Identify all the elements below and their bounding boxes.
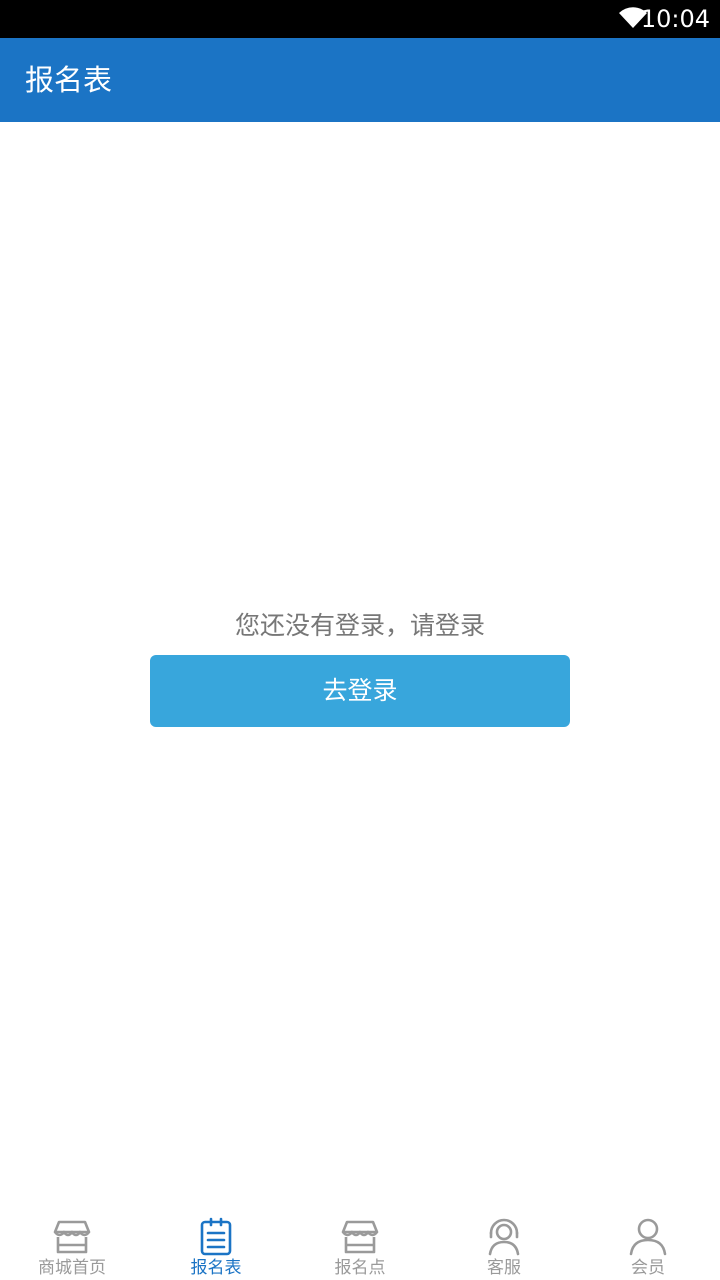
tab-label: 报名表 [190, 1258, 242, 1278]
tab-label: 会员 [631, 1258, 665, 1278]
status-time: 10:04 [640, 5, 710, 33]
store-icon [53, 1220, 91, 1254]
app-bar: 报名表 [0, 38, 720, 122]
user-icon [629, 1218, 667, 1256]
page-title: 报名表 [25, 63, 113, 97]
tab-label: 报名点 [334, 1258, 386, 1278]
tab-member[interactable]: 会员 [576, 1202, 720, 1280]
main-content: 您还没有登录，请登录 去登录 [0, 122, 720, 1202]
tab-registration-point[interactable]: 报名点 [288, 1202, 432, 1280]
headset-user-icon [488, 1218, 520, 1256]
tab-mall-home[interactable]: 商城首页 [0, 1202, 144, 1280]
tab-customer-service[interactable]: 客服 [432, 1202, 576, 1280]
tab-label: 商城首页 [38, 1258, 106, 1278]
clipboard-list-icon [200, 1217, 232, 1256]
not-logged-in-message: 您还没有登录，请登录 [234, 611, 485, 640]
bottom-tab-bar: 商城首页 报名表 报名点 客服 会员 [0, 1202, 720, 1280]
login-button[interactable]: 去登录 [150, 655, 570, 727]
status-bar: 10:04 [0, 0, 720, 38]
tab-label: 客服 [487, 1258, 521, 1278]
store-icon [341, 1220, 379, 1254]
tab-registration-form[interactable]: 报名表 [144, 1202, 288, 1280]
